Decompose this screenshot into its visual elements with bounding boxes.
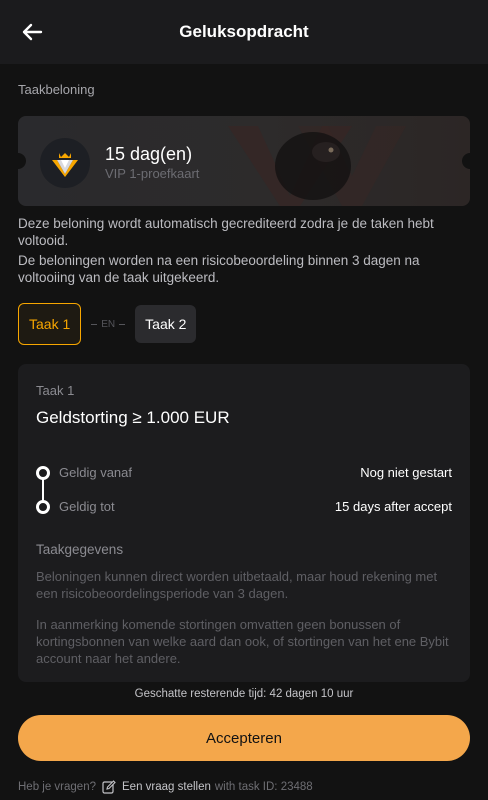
reward-section-label: Taakbeloning xyxy=(18,82,95,97)
ticket-notch-right xyxy=(462,153,470,169)
task-details-title: Taakgegevens xyxy=(36,542,124,557)
valid-to-value: 15 days after accept xyxy=(334,499,452,514)
tab-separator: EN xyxy=(87,319,129,330)
ask-question-link[interactable]: Een vraag stellen xyxy=(122,781,211,793)
info-risk-review: De beloningen worden na een risicobeoord… xyxy=(18,253,420,285)
vip-badge xyxy=(40,138,90,188)
reward-subtitle: VIP 1-proefkaart xyxy=(105,166,200,181)
reward-background-art xyxy=(228,126,406,206)
task-details-eligibility: In aanmerking komende stortingen omvatte… xyxy=(36,617,449,666)
valid-from-value: Nog niet gestart xyxy=(360,465,452,480)
help-question: Heb je vragen? xyxy=(18,781,96,793)
reward-card: 15 dag(en) VIP 1-proefkaart xyxy=(18,116,470,206)
tab-taak-1[interactable]: Taak 1 xyxy=(18,303,82,345)
edit-icon[interactable] xyxy=(102,780,116,794)
task-id-text: with task ID: 23488 xyxy=(214,781,313,793)
arrow-left-icon xyxy=(22,23,43,41)
task-requirement: Geldstorting ≥ 1.000 EUR xyxy=(36,408,230,427)
valid-to-label: Geldig tot xyxy=(59,499,115,514)
info-auto-credit: Deze beloning wordt automatisch gecredit… xyxy=(18,216,434,248)
reward-title: 15 dag(en) xyxy=(105,144,193,164)
back-button[interactable] xyxy=(18,18,46,46)
remaining-time: Geschatte resterende tijd: 42 dagen 10 u… xyxy=(134,688,354,700)
top-bar: Geluksopdracht xyxy=(0,0,488,64)
timeline-dot-end xyxy=(36,500,50,514)
task-number: Taak 1 xyxy=(36,383,75,398)
tab-taak-2[interactable]: Taak 2 xyxy=(135,305,197,343)
timeline-dot-start xyxy=(36,466,50,480)
valid-from-label: Geldig vanaf xyxy=(59,465,132,480)
task-tabs: Taak 1 EN Taak 2 xyxy=(18,303,197,345)
vip-diamond-crown-icon xyxy=(52,153,78,177)
ticket-notch-left xyxy=(18,153,26,169)
page-title: Geluksopdracht xyxy=(179,22,309,41)
task-details-payout: Beloningen kunnen direct worden uitbetaa… xyxy=(36,569,438,601)
accept-button[interactable]: Accepteren xyxy=(18,715,470,761)
tab-separator-label: EN xyxy=(101,318,116,330)
task-card: Taak 1 Geldstorting ≥ 1.000 EUR Geldig v… xyxy=(18,364,470,682)
footer-help: Heb je vragen? Een vraag stellen with ta… xyxy=(18,780,313,794)
